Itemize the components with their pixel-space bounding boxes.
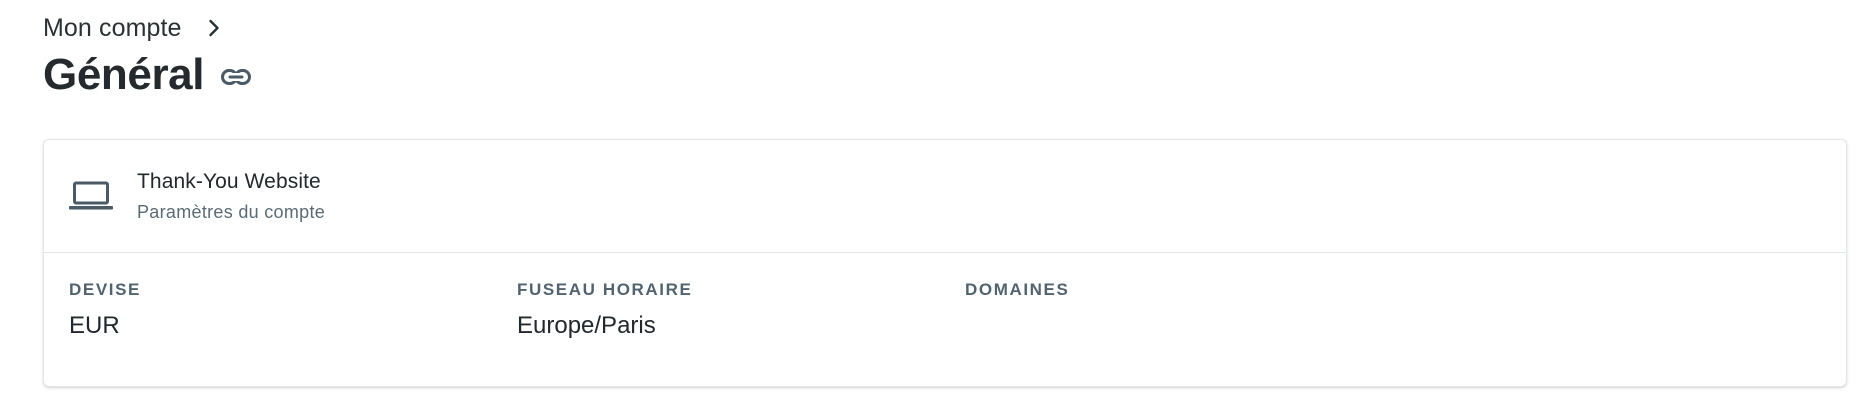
title-row: Général bbox=[43, 50, 1848, 100]
laptop-icon bbox=[67, 176, 115, 216]
account-card-body: DEVISE EUR FUSEAU HORAIRE Europe/Paris D… bbox=[44, 253, 1846, 387]
breadcrumb-link-mon-compte[interactable]: Mon compte bbox=[43, 14, 182, 43]
account-card: Thank-You Website Paramètres du compte D… bbox=[43, 139, 1847, 387]
account-name: Thank-You Website bbox=[137, 169, 321, 193]
account-settings-subtitle: Paramètres du compte bbox=[137, 201, 326, 222]
field-value-currency: EUR bbox=[69, 312, 120, 339]
page-title: Général bbox=[43, 50, 205, 99]
field-value-timezone: Europe/Paris bbox=[517, 312, 656, 339]
field-domains: DOMAINES bbox=[965, 280, 1069, 312]
field-currency: DEVISE EUR bbox=[69, 280, 141, 340]
chevron-right-icon bbox=[200, 14, 228, 42]
field-label-domains: DOMAINES bbox=[965, 280, 1070, 299]
account-card-header: Thank-You Website Paramètres du compte bbox=[44, 140, 1846, 253]
link-icon[interactable] bbox=[218, 59, 254, 95]
breadcrumb: Mon compte bbox=[43, 0, 1848, 56]
page: Mon compte Général Thank-You Website Par… bbox=[43, 0, 1848, 387]
field-label-currency: DEVISE bbox=[69, 280, 141, 299]
field-timezone: FUSEAU HORAIRE Europe/Paris bbox=[517, 280, 692, 340]
account-card-titles: Thank-You Website Paramètres du compte bbox=[137, 170, 325, 223]
field-label-timezone: FUSEAU HORAIRE bbox=[517, 280, 693, 299]
